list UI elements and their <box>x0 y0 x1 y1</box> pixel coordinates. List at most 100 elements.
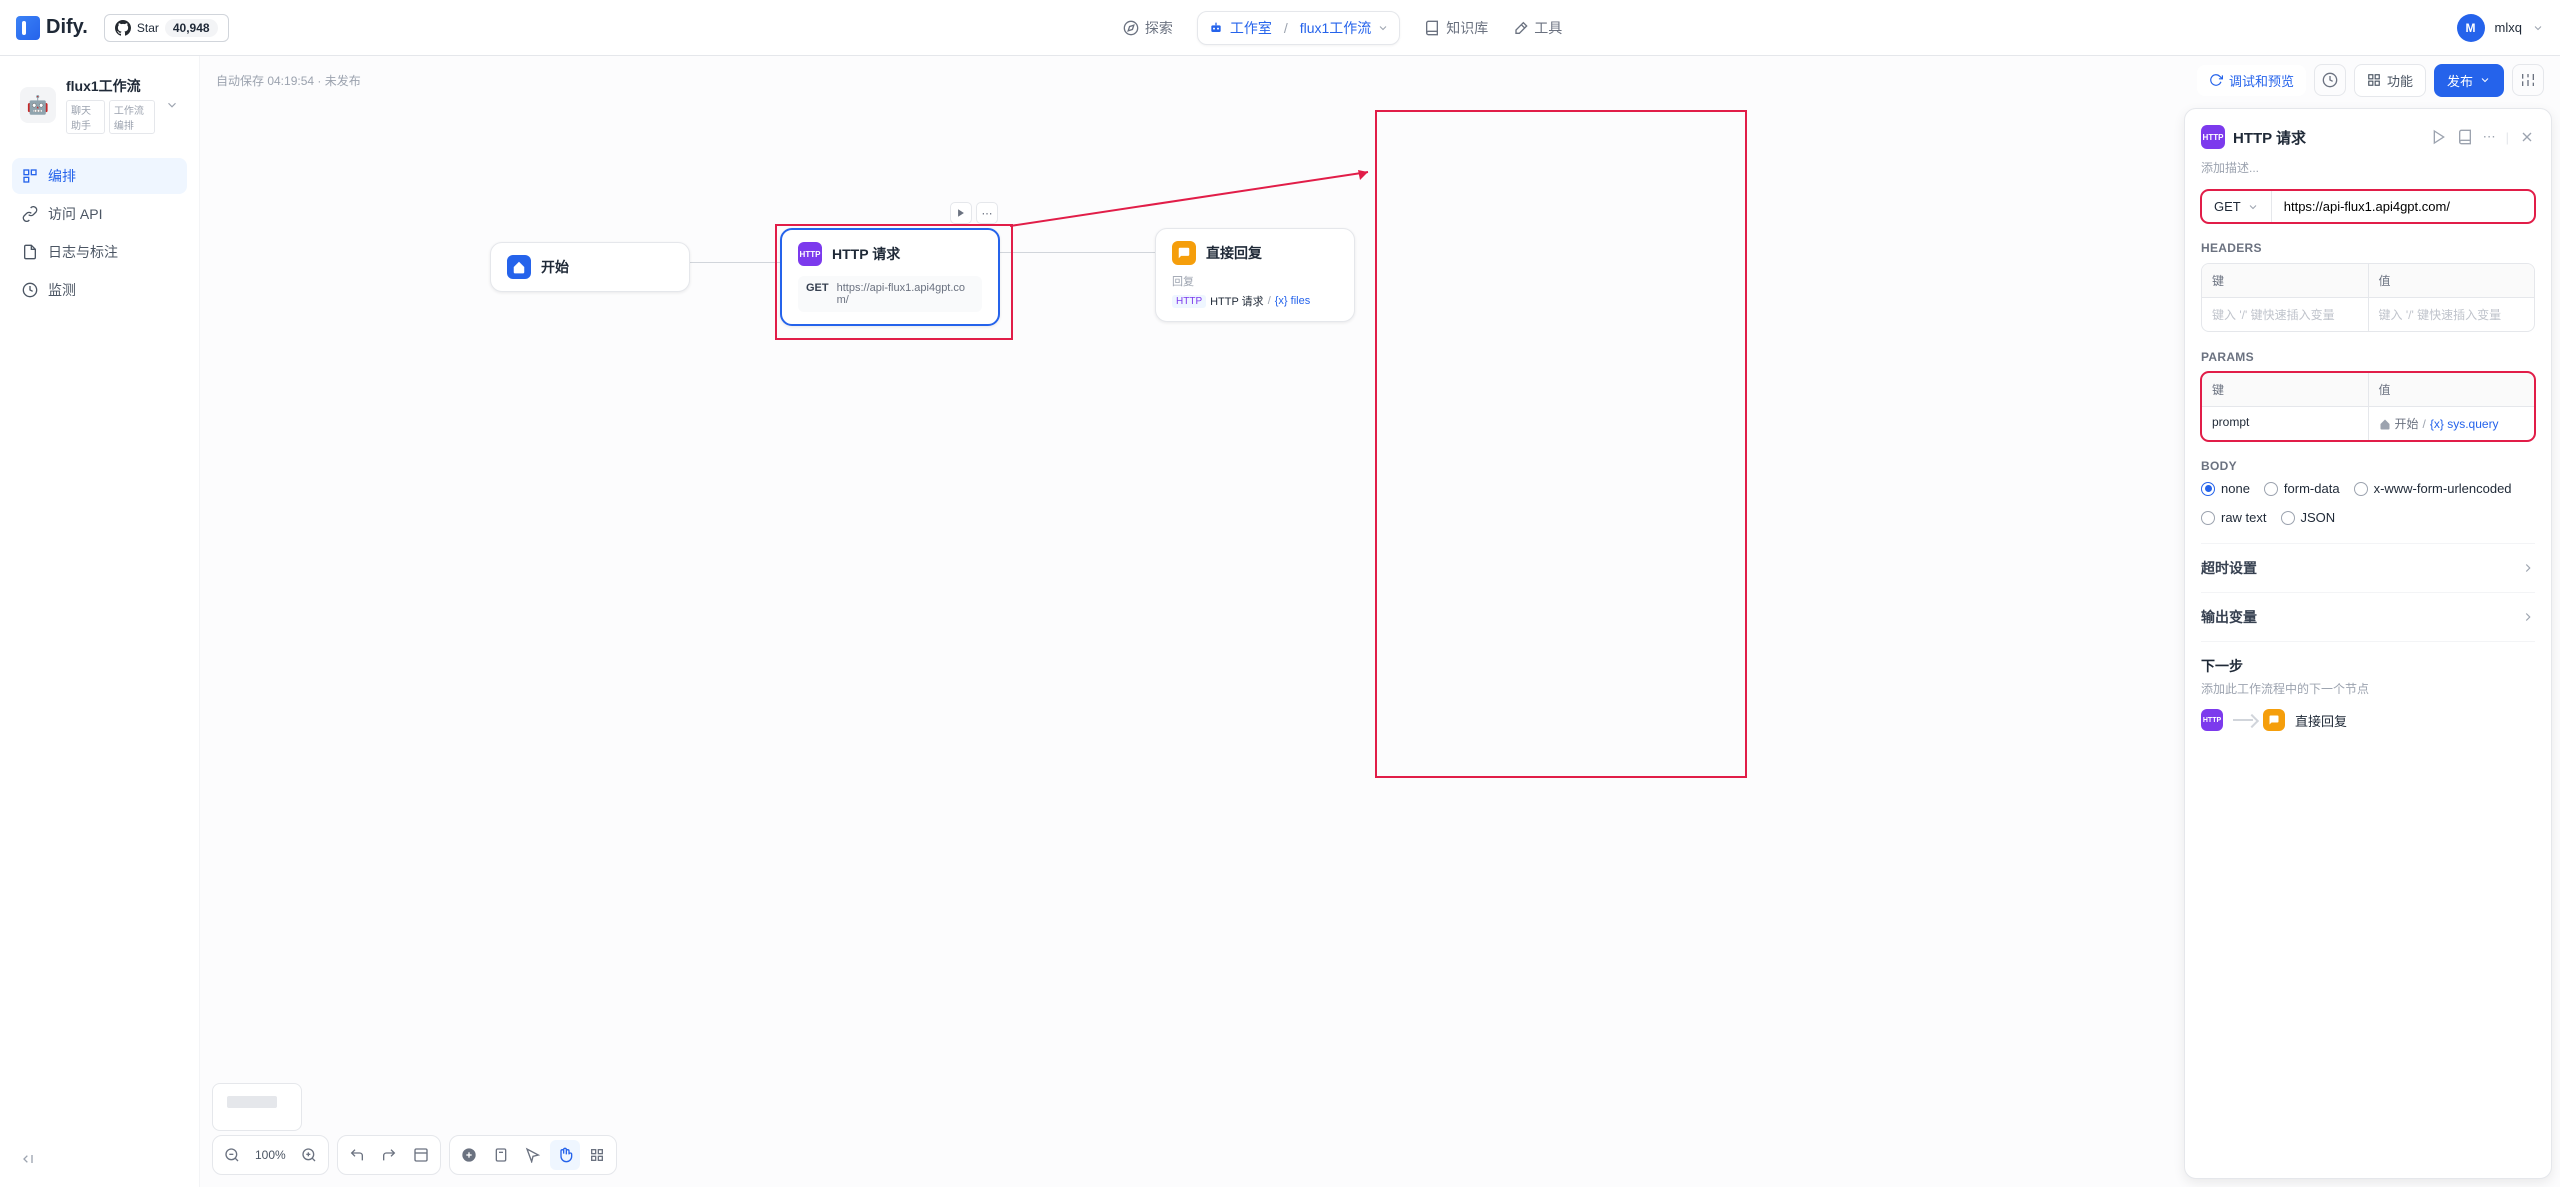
body-option-raw[interactable]: raw text <box>2201 510 2267 525</box>
node-reply[interactable]: 直接回复 回复 HTTP HTTP 请求 / {x} files <box>1155 228 1355 322</box>
col-key: 键 <box>2202 373 2369 406</box>
redo-icon <box>381 1147 397 1163</box>
star-label: Star <box>137 21 159 35</box>
chevron-right-icon <box>2521 561 2535 575</box>
redo-button[interactable] <box>374 1140 404 1170</box>
url-input[interactable] <box>2272 191 2534 222</box>
radio-icon <box>2281 511 2295 525</box>
header-value-input[interactable]: 键入 '/' 键快速插入变量 <box>2369 298 2535 331</box>
chevron-right-icon <box>2521 610 2535 624</box>
zoom-in-icon <box>301 1147 317 1163</box>
sliders-icon <box>2520 72 2536 88</box>
nav-explore[interactable]: 探索 <box>1123 18 1173 38</box>
grid-icon <box>2367 73 2381 87</box>
app-card[interactable]: 🤖 flux1工作流 聊天助手 工作流编排 <box>12 68 187 142</box>
app-icon: 🤖 <box>20 87 56 123</box>
next-step-section: 下一步 添加此工作流程中的下一个节点 HTTP 直接回复 <box>2201 641 2535 731</box>
more-button[interactable]: ⋯ <box>2483 129 2496 145</box>
panel-title: HTTP 请求 <box>2233 127 2306 148</box>
sidebar-item-api[interactable]: 访问 API <box>12 196 187 232</box>
output-section[interactable]: 输出变量 <box>2201 592 2535 641</box>
github-icon <box>115 20 131 36</box>
star-count: 40,948 <box>165 19 218 37</box>
timeout-section[interactable]: 超时设置 <box>2201 543 2535 592</box>
node-run-button[interactable] <box>950 202 972 224</box>
pointer-button[interactable] <box>518 1140 548 1170</box>
close-icon[interactable] <box>2519 129 2535 145</box>
chevron-down-icon[interactable] <box>2532 22 2544 34</box>
node-title: 开始 <box>541 257 569 277</box>
zoom-in-button[interactable] <box>294 1140 324 1170</box>
hand-icon <box>557 1147 573 1163</box>
http-icon: HTTP <box>798 242 822 266</box>
next-node-row[interactable]: HTTP 直接回复 <box>2201 709 2535 731</box>
sidebar-item-monitor[interactable]: 监测 <box>12 272 187 308</box>
avatar[interactable]: M <box>2457 14 2485 42</box>
reply-sublabel: 回复 <box>1172 273 1338 289</box>
col-value: 值 <box>2369 373 2535 406</box>
layout-button[interactable] <box>406 1140 436 1170</box>
radio-icon <box>2354 482 2368 496</box>
nav-center: 探索 工作室 / flux1工作流 知识库 工具 <box>1123 11 1562 45</box>
node-more-button[interactable]: ⋯ <box>976 202 998 224</box>
node-start[interactable]: 开始 <box>490 242 690 292</box>
params-table: 键 值 prompt 开始 / {x} sys.query <box>2201 372 2535 441</box>
breadcrumb-workflow[interactable]: flux1工作流 <box>1300 18 1372 38</box>
col-value: 值 <box>2369 264 2535 297</box>
organize-button[interactable] <box>582 1140 612 1170</box>
method-select[interactable]: GET <box>2202 191 2272 222</box>
robot-icon <box>1208 20 1224 36</box>
zoom-out-button[interactable] <box>217 1140 247 1170</box>
zoom-level[interactable]: 100% <box>249 1148 292 1162</box>
add-node-button[interactable] <box>454 1140 484 1170</box>
param-value[interactable]: 开始 / {x} sys.query <box>2369 407 2535 440</box>
history-button[interactable] <box>2314 64 2346 96</box>
header-key-input[interactable]: 键入 '/' 键快速插入变量 <box>2202 298 2369 331</box>
body-option-json[interactable]: JSON <box>2281 510 2336 525</box>
settings-button[interactable] <box>2512 64 2544 96</box>
undo-button[interactable] <box>342 1140 372 1170</box>
sidebar-collapse-button[interactable] <box>12 1143 187 1175</box>
debug-button[interactable]: 调试和预览 <box>2197 65 2306 96</box>
chevron-down-icon <box>2479 74 2491 86</box>
logo-text: Dify. <box>46 16 88 39</box>
publish-button[interactable]: 发布 <box>2434 64 2504 97</box>
chevron-down-icon[interactable] <box>165 98 179 112</box>
sidebar-item-logs[interactable]: 日志与标注 <box>12 234 187 270</box>
logo[interactable]: Dify. <box>16 16 88 40</box>
logs-icon <box>22 244 38 260</box>
bottom-toolbar: 100% <box>212 1135 617 1175</box>
body-option-formdata[interactable]: form-data <box>2264 481 2340 496</box>
body-option-none[interactable]: none <box>2201 481 2250 496</box>
play-icon[interactable] <box>2431 129 2447 145</box>
clock-icon <box>2322 72 2338 88</box>
note-button[interactable] <box>486 1140 516 1170</box>
nav-knowledge[interactable]: 知识库 <box>1424 18 1488 38</box>
username[interactable]: mlxq <box>2495 20 2522 35</box>
monitor-icon <box>22 282 38 298</box>
zoom-out-icon <box>224 1147 240 1163</box>
next-step-desc: 添加此工作流程中的下一个节点 <box>2201 680 2535 697</box>
nav-studio[interactable]: 工作室 / flux1工作流 <box>1197 11 1400 45</box>
body-options: none form-data x-www-form-urlencoded raw… <box>2201 481 2535 525</box>
body-option-urlencoded[interactable]: x-www-form-urlencoded <box>2354 481 2512 496</box>
app-tag: 聊天助手 <box>66 100 105 134</box>
panel-desc[interactable]: 添加描述... <box>2201 159 2535 176</box>
book-icon[interactable] <box>2457 129 2473 145</box>
hand-button[interactable] <box>550 1140 580 1170</box>
chevron-down-icon <box>1377 22 1389 34</box>
nav-tools[interactable]: 工具 <box>1512 18 1562 38</box>
params-label: PARAMS <box>2201 350 2535 364</box>
param-key[interactable]: prompt <box>2202 407 2369 440</box>
note-icon <box>493 1147 509 1163</box>
features-button[interactable]: 功能 <box>2354 64 2426 97</box>
node-http[interactable]: ⋯ HTTP HTTP 请求 GET https://api-flux1.api… <box>780 228 1000 326</box>
minimap[interactable] <box>212 1083 302 1131</box>
sidebar-item-orchestrate[interactable]: 编排 <box>12 158 187 194</box>
autosave-status: 自动保存 04:19:54 · 未发布 <box>216 72 361 89</box>
home-icon <box>507 255 531 279</box>
col-key: 键 <box>2202 264 2369 297</box>
play-icon <box>956 208 966 218</box>
reply-icon <box>1172 241 1196 265</box>
github-badge[interactable]: Star 40,948 <box>104 14 229 42</box>
